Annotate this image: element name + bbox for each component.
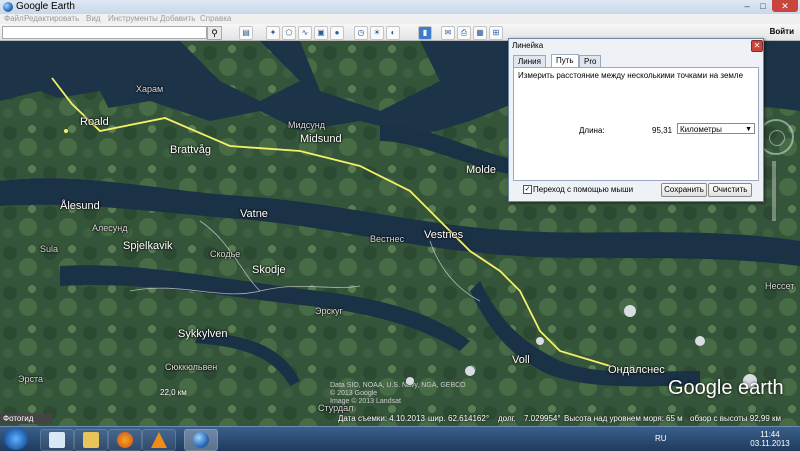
search-input[interactable] (2, 26, 207, 39)
sidebar-toggle-icon[interactable]: ▤ (239, 26, 253, 40)
polygon-icon[interactable]: ⬠ (282, 26, 296, 40)
taskbar-google-earth[interactable] (184, 429, 218, 451)
system-clock[interactable]: 11:44 03.11.2013 (750, 430, 790, 448)
place-label[interactable]: Vestnes (424, 229, 463, 241)
place-label[interactable]: Vatne (240, 208, 268, 220)
place-label[interactable]: Алесунд (92, 223, 127, 233)
google-earth-icon (193, 432, 209, 448)
taskbar-folder[interactable] (74, 429, 108, 451)
place-label[interactable]: Skodje (252, 264, 286, 276)
window-titlebar: Google Earth – □ ✕ (0, 0, 800, 15)
place-label[interactable]: Molde (466, 164, 496, 176)
planets-icon[interactable]: ◐ (386, 26, 400, 40)
sun-icon[interactable]: ☀ (370, 26, 384, 40)
longitude-value: 7.029954° (524, 414, 561, 423)
latitude-label: шир. (428, 414, 446, 423)
language-indicator[interactable]: RU (655, 434, 667, 443)
place-label[interactable]: Вестнес (370, 234, 404, 244)
placemark-icon[interactable]: ✦ (266, 26, 280, 40)
window-title: Google Earth (16, 1, 75, 12)
status-bar: Фотогид 22,0 км Дата съемки: 4.10.2013 ш… (0, 388, 800, 426)
longitude-label: долг. (498, 414, 516, 423)
taskbar: RU 11:44 03.11.2013 (0, 426, 800, 451)
imagery-date: Дата съемки: 4.10.2013 (338, 414, 425, 423)
ruler-icon[interactable]: ▮ (418, 26, 432, 40)
eye-altitude: обзор с высоты 92,99 км (690, 414, 782, 423)
sign-in-link[interactable]: Войти (750, 27, 794, 37)
elevation-label: Высота над уровнем моря: (564, 414, 664, 423)
overlay-icon[interactable]: ▣ (314, 26, 328, 40)
latitude-value: 62.614162° (448, 414, 490, 423)
tab-line[interactable]: Линия (513, 55, 546, 67)
taskbar-firefox[interactable] (108, 429, 142, 451)
taskbar-vlc[interactable] (142, 429, 176, 451)
menu-file[interactable]: Файл (4, 14, 24, 24)
minimize-button[interactable]: – (740, 0, 754, 12)
tour-guide-button[interactable]: Фотогид (0, 414, 52, 424)
maximize-button[interactable]: □ (756, 0, 770, 12)
place-label[interactable]: Sykkylven (178, 328, 228, 340)
place-label[interactable]: Spjelkavik (123, 240, 173, 252)
menu-add[interactable]: Добавить (160, 14, 195, 24)
print-icon[interactable]: ⎙ (457, 26, 471, 40)
email-icon[interactable]: ✉ (441, 26, 455, 40)
place-label[interactable]: Сюккюльвен (165, 362, 217, 372)
search-icon[interactable]: ⚲ (207, 26, 222, 40)
start-button[interactable] (4, 428, 28, 450)
mouse-navigation-label: Переход с помощью мыши (533, 185, 634, 194)
tab-pro[interactable]: Pro (579, 55, 602, 67)
zoom-slider[interactable] (772, 161, 776, 221)
menu-bar: Файл Редактировать Вид Инструменты Добав… (0, 14, 800, 24)
taskbar-explorer[interactable] (40, 429, 74, 451)
length-label: Длина: (579, 126, 605, 135)
save-button[interactable]: Сохранить (661, 183, 707, 197)
menu-help[interactable]: Справка (200, 14, 231, 24)
place-label[interactable]: Voll (512, 354, 530, 366)
place-label[interactable]: Харам (136, 84, 163, 94)
length-value: 95,31 (652, 126, 673, 135)
path-icon[interactable]: ∿ (298, 26, 312, 40)
vlc-icon (151, 432, 167, 448)
chevron-down-icon: ▼ (745, 126, 752, 133)
explorer-icon (49, 432, 65, 448)
clear-button[interactable]: Очистить (708, 183, 752, 197)
history-icon[interactable]: ◷ (354, 26, 368, 40)
scale-label: 22,0 км (160, 388, 187, 397)
tab-path[interactable]: Путь (551, 54, 579, 68)
maps-icon[interactable]: ⊞ (489, 26, 503, 40)
place-label[interactable]: Sula (40, 244, 58, 254)
dialog-close-icon[interactable]: ✕ (751, 40, 763, 52)
ruler-dialog: Линейка ✕ Линия Путь Pro Измерить рассто… (508, 38, 764, 202)
mouse-navigation-checkbox[interactable]: ✓ (523, 185, 532, 194)
menu-view[interactable]: Вид (86, 14, 100, 24)
record-tour-icon[interactable]: ● (330, 26, 344, 40)
place-label[interactable]: Скодье (210, 249, 240, 259)
place-label[interactable]: Brattvåg (170, 144, 211, 156)
unit-select[interactable]: Километры ▼ (677, 123, 755, 134)
google-earth-icon (3, 2, 13, 12)
ruler-panel: Измерить расстояние между несколькими то… (513, 67, 759, 181)
place-label[interactable]: Roald (80, 116, 109, 128)
place-label[interactable]: Ондалснес (608, 364, 665, 376)
place-label[interactable]: Нессет (765, 281, 794, 291)
place-label[interactable]: Midsund (300, 133, 342, 145)
place-label[interactable]: Ålesund (60, 200, 100, 212)
firefox-icon (117, 432, 133, 448)
place-label[interactable]: Мидсунд (288, 120, 325, 130)
place-label[interactable]: Эрста (18, 374, 43, 384)
place-label[interactable]: Эрскуг (315, 306, 343, 316)
menu-tools[interactable]: Инструменты (108, 14, 158, 24)
elevation-value: 65 м (666, 414, 683, 423)
dialog-title: Линейка (512, 41, 544, 50)
close-button[interactable]: ✕ (772, 0, 798, 12)
save-image-icon[interactable]: ▦ (473, 26, 487, 40)
folder-icon (83, 432, 99, 448)
menu-edit[interactable]: Редактировать (24, 14, 79, 24)
ruler-hint: Измерить расстояние между несколькими то… (518, 71, 744, 80)
